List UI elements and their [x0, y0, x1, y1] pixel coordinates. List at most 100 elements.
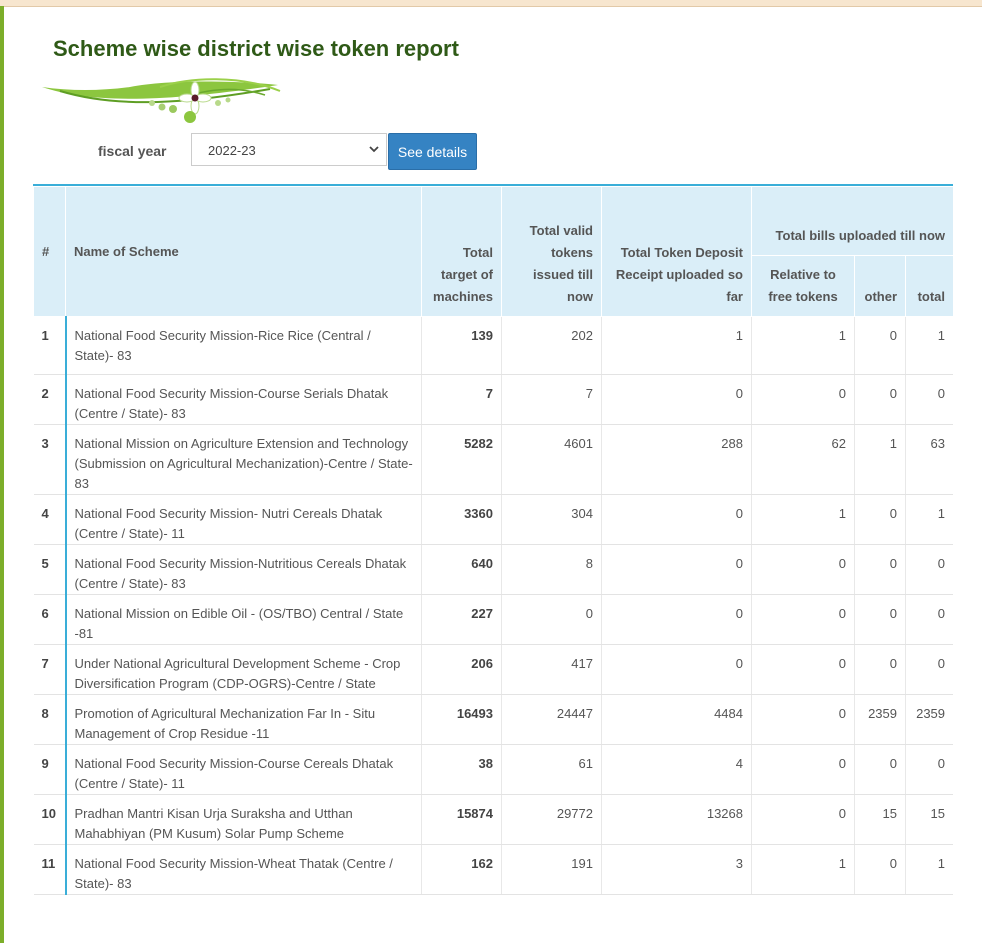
col-header-relative-free-tokens: Relative to free tokens	[751, 255, 855, 317]
cell-valid-tokens: 304	[501, 494, 602, 545]
cell-relative-free-tokens: 1	[751, 316, 855, 375]
cell-total-bills: 1	[905, 494, 953, 545]
cell-scheme-name: National Food Security Mission-Nutritiou…	[64, 544, 422, 595]
cell-total-bills: 1	[905, 844, 953, 895]
cell-deposit-receipts: 0	[601, 374, 752, 425]
left-accent-border	[0, 6, 4, 943]
cell-scheme-name: National Mission on Edible Oil - (OS/TBO…	[64, 594, 422, 645]
cell-relative-free-tokens: 0	[751, 544, 855, 595]
cell-scheme-name: National Mission on Agriculture Extensio…	[64, 424, 422, 495]
table-row: 7 Under National Agricultural Development…	[33, 644, 953, 695]
cell-row-index: 2	[33, 374, 66, 425]
cell-valid-tokens: 0	[501, 594, 602, 645]
cell-target-machines: 640	[421, 544, 502, 595]
cell-other-bills: 0	[854, 374, 906, 425]
cell-total-bills: 1	[905, 316, 953, 375]
cell-valid-tokens: 24447	[501, 694, 602, 745]
cell-scheme-name: National Food Security Mission- Nutri Ce…	[64, 494, 422, 545]
cell-row-index: 9	[33, 744, 66, 795]
cell-relative-free-tokens: 62	[751, 424, 855, 495]
cell-deposit-receipts: 0	[601, 494, 752, 545]
table-row: 9 National Food Security Mission-Course C…	[33, 744, 953, 795]
cell-row-index: 3	[33, 424, 66, 495]
cell-total-bills: 2359	[905, 694, 953, 745]
table-row: 2 National Food Security Mission-Course S…	[33, 374, 953, 425]
table-row: 11 National Food Security Mission-Wheat T…	[33, 844, 953, 895]
cell-row-index: 1	[33, 316, 66, 375]
cell-target-machines: 139	[421, 316, 502, 375]
fiscal-year-selected-value: 2022-23	[208, 143, 256, 158]
cell-valid-tokens: 4601	[501, 424, 602, 495]
cell-deposit-receipts: 0	[601, 544, 752, 595]
cell-total-bills: 15	[905, 794, 953, 845]
col-header-index: #	[33, 186, 66, 317]
cell-row-index: 6	[33, 594, 66, 645]
cell-scheme-name: National Food Security Mission-Wheat Tha…	[64, 844, 422, 895]
cell-target-machines: 206	[421, 644, 502, 695]
cell-other-bills: 2359	[854, 694, 906, 745]
cell-other-bills: 0	[854, 644, 906, 695]
cell-total-bills: 63	[905, 424, 953, 495]
table-row: 3 National Mission on Agriculture Extensi…	[33, 424, 953, 495]
cell-deposit-receipts: 0	[601, 644, 752, 695]
cell-row-index: 8	[33, 694, 66, 745]
table-row: 10 Pradhan Mantri Kisan Urja Suraksha and…	[33, 794, 953, 845]
fiscal-year-label: fiscal year	[98, 143, 167, 159]
table-row: 1 National Food Security Mission-Rice Ric…	[33, 316, 953, 375]
cell-other-bills: 0	[854, 844, 906, 895]
cell-deposit-receipts: 13268	[601, 794, 752, 845]
table-row: 5 National Food Security Mission-Nutritio…	[33, 544, 953, 595]
top-strip	[0, 0, 982, 7]
cell-relative-free-tokens: 0	[751, 374, 855, 425]
leaf-flower-decoration-icon	[42, 78, 281, 123]
cell-target-machines: 15874	[421, 794, 502, 845]
cell-total-bills: 0	[905, 594, 953, 645]
col-header-deposit-receipt: Total Token Deposit Receipt uploaded so …	[601, 186, 752, 317]
cell-deposit-receipts: 3	[601, 844, 752, 895]
cell-other-bills: 0	[854, 544, 906, 595]
cell-deposit-receipts: 4484	[601, 694, 752, 745]
see-details-button[interactable]: See details	[388, 133, 477, 170]
fiscal-year-select[interactable]: 2022-23	[191, 133, 387, 166]
cell-relative-free-tokens: 0	[751, 694, 855, 745]
table-row: 8 Promotion of Agricultural Mechanization…	[33, 694, 953, 745]
report-table-container: # Name of Scheme Total target of machine…	[33, 184, 953, 945]
cell-other-bills: 0	[854, 594, 906, 645]
cell-scheme-name: Under National Agricultural Development …	[64, 644, 422, 695]
cell-relative-free-tokens: 0	[751, 644, 855, 695]
cell-valid-tokens: 7	[501, 374, 602, 425]
cell-deposit-receipts: 1	[601, 316, 752, 375]
cell-scheme-name: National Food Security Mission-Course Se…	[64, 374, 422, 425]
cell-target-machines: 162	[421, 844, 502, 895]
cell-valid-tokens: 8	[501, 544, 602, 595]
cell-target-machines: 38	[421, 744, 502, 795]
cell-deposit-receipts: 0	[601, 594, 752, 645]
table-row: 6 National Mission on Edible Oil - (OS/TB…	[33, 594, 953, 645]
cell-scheme-name: National Food Security Mission-Rice Rice…	[64, 316, 422, 375]
col-header-target-machines: Total target of machines	[421, 186, 502, 317]
cell-valid-tokens: 191	[501, 844, 602, 895]
cell-target-machines: 16493	[421, 694, 502, 745]
chevron-down-icon	[369, 146, 379, 153]
cell-row-index: 5	[33, 544, 66, 595]
col-header-bills-group: Total bills uploaded till now	[750, 186, 953, 256]
cell-relative-free-tokens: 0	[751, 794, 855, 845]
table-row: 4 National Food Security Mission- Nutri C…	[33, 494, 953, 545]
cell-valid-tokens: 61	[501, 744, 602, 795]
cell-scheme-name: Promotion of Agricultural Mechanization …	[64, 694, 422, 745]
cell-valid-tokens: 202	[501, 316, 602, 375]
cell-row-index: 11	[33, 844, 66, 895]
col-header-valid-tokens: Total valid tokens issued till now	[501, 186, 602, 317]
cell-target-machines: 5282	[421, 424, 502, 495]
cell-row-index: 10	[33, 794, 66, 845]
cell-total-bills: 0	[905, 644, 953, 695]
cell-target-machines: 227	[421, 594, 502, 645]
cell-scheme-name: Pradhan Mantri Kisan Urja Suraksha and U…	[64, 794, 422, 845]
cell-valid-tokens: 417	[501, 644, 602, 695]
cell-valid-tokens: 29772	[501, 794, 602, 845]
cell-total-bills: 0	[905, 544, 953, 595]
cell-relative-free-tokens: 1	[751, 844, 855, 895]
cell-deposit-receipts: 288	[601, 424, 752, 495]
cell-row-index: 7	[33, 644, 66, 695]
report-table: # Name of Scheme Total target of machine…	[33, 186, 953, 895]
